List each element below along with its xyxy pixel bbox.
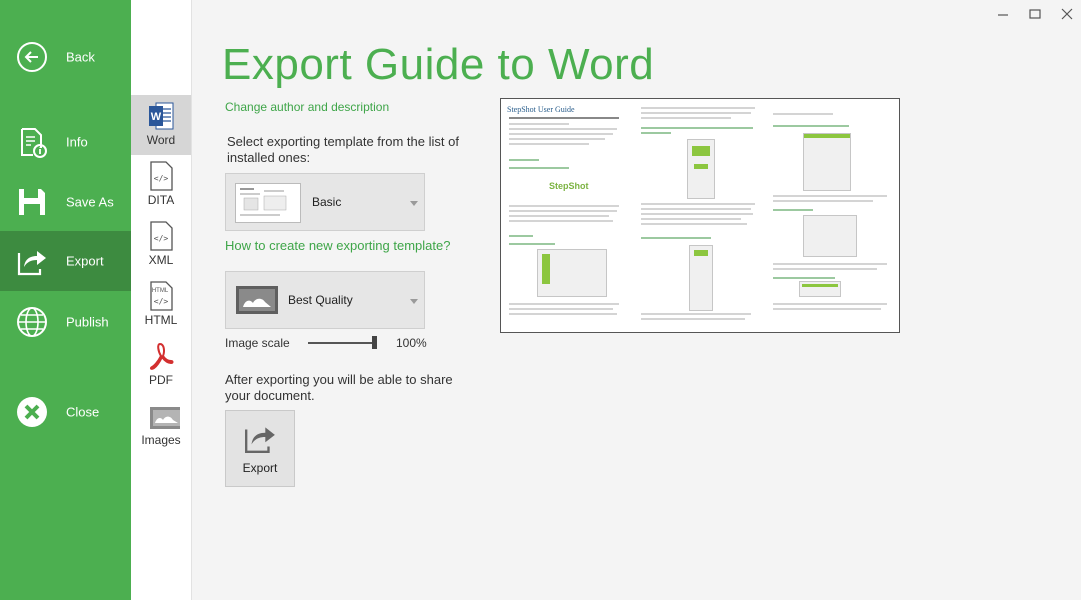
html-file-icon: HTML </> bbox=[150, 281, 173, 311]
sidebar-item-close[interactable]: Close bbox=[0, 382, 131, 442]
minimize-icon[interactable] bbox=[995, 6, 1011, 22]
format-label: DITA bbox=[147, 193, 175, 207]
format-label: XML bbox=[148, 253, 174, 267]
quality-selected: Best Quality bbox=[288, 293, 353, 307]
word-icon: W bbox=[149, 102, 174, 130]
export-icon bbox=[245, 427, 275, 453]
back-arrow-icon bbox=[17, 42, 47, 72]
format-pdf[interactable]: PDF bbox=[131, 335, 191, 395]
pdf-icon bbox=[149, 342, 174, 370]
preview-logo: StepShot bbox=[549, 181, 589, 191]
format-label: PDF bbox=[149, 373, 173, 387]
how-to-template-link[interactable]: How to create new exporting template? bbox=[225, 238, 450, 253]
image-scale-slider-track[interactable] bbox=[308, 342, 376, 344]
export-button[interactable]: Export bbox=[225, 410, 295, 487]
format-images[interactable]: Images bbox=[131, 395, 191, 455]
sidebar-item-label: Back bbox=[66, 49, 95, 65]
preview-column-3 bbox=[773, 105, 893, 325]
format-word[interactable]: W Word bbox=[131, 95, 191, 155]
preview-column-1 bbox=[509, 105, 629, 325]
page-title: Export Guide to Word bbox=[222, 40, 655, 89]
svg-text:</>: </> bbox=[154, 174, 169, 183]
svg-text:</>: </> bbox=[154, 297, 169, 306]
sidebar: Back Info Save As Export Publish Close bbox=[0, 0, 131, 600]
chevron-down-icon bbox=[410, 201, 418, 206]
format-dita[interactable]: </> DITA bbox=[131, 155, 191, 215]
change-author-link[interactable]: Change author and description bbox=[225, 100, 389, 114]
image-scale-label: Image scale bbox=[225, 336, 290, 350]
format-label: HTML bbox=[144, 313, 178, 327]
maximize-icon[interactable] bbox=[1027, 6, 1043, 22]
template-dropdown[interactable]: Basic bbox=[225, 173, 425, 231]
sidebar-item-label: Export bbox=[66, 253, 104, 269]
images-icon bbox=[150, 407, 180, 429]
export-icon bbox=[17, 251, 46, 276]
sidebar-item-label: Close bbox=[66, 404, 100, 420]
svg-text:W: W bbox=[151, 111, 162, 123]
sidebar-item-info[interactable]: Info bbox=[0, 112, 131, 172]
sidebar-item-back[interactable]: Back bbox=[0, 27, 131, 87]
close-icon[interactable] bbox=[1059, 6, 1075, 22]
format-label: Word bbox=[146, 133, 176, 147]
after-export-text: After exporting you will be able to shar… bbox=[225, 372, 453, 403]
format-xml[interactable]: </> XML bbox=[131, 215, 191, 275]
image-scale-value: 100% bbox=[396, 336, 427, 350]
image-quality-icon bbox=[236, 286, 278, 314]
svg-text:HTML: HTML bbox=[152, 288, 169, 294]
export-button-label: Export bbox=[242, 461, 278, 475]
template-preview-icon bbox=[240, 188, 287, 216]
template-thumbnail bbox=[235, 183, 301, 223]
template-prompt: Select exporting template from the list … bbox=[227, 134, 459, 165]
sidebar-item-save-as[interactable]: Save As bbox=[0, 172, 131, 232]
format-list: W Word </> DITA </> XML HTML </> HTML PD… bbox=[131, 0, 192, 600]
svg-text:</>: </> bbox=[154, 234, 169, 243]
sidebar-item-label: Save As bbox=[66, 194, 114, 210]
quality-dropdown[interactable]: Best Quality bbox=[225, 271, 425, 329]
globe-icon bbox=[17, 307, 47, 337]
sidebar-item-label: Info bbox=[66, 134, 88, 150]
sidebar-item-export[interactable]: Export bbox=[0, 231, 131, 291]
template-selected: Basic bbox=[312, 195, 342, 209]
close-circle-icon bbox=[17, 397, 47, 427]
sidebar-item-label: Publish bbox=[66, 314, 109, 330]
floppy-disk-icon bbox=[19, 189, 45, 215]
chevron-down-icon bbox=[410, 299, 418, 304]
sidebar-item-publish[interactable]: Publish bbox=[0, 292, 131, 352]
dita-file-icon: </> bbox=[150, 161, 173, 191]
info-document-icon bbox=[21, 128, 47, 158]
format-html[interactable]: HTML </> HTML bbox=[131, 275, 191, 335]
image-scale-slider-thumb[interactable] bbox=[372, 336, 377, 349]
preview-column-2 bbox=[641, 105, 761, 325]
document-preview: StepShot User Guide StepShot bbox=[500, 98, 900, 333]
format-label: Images bbox=[141, 433, 181, 447]
xml-file-icon: </> bbox=[150, 221, 173, 251]
